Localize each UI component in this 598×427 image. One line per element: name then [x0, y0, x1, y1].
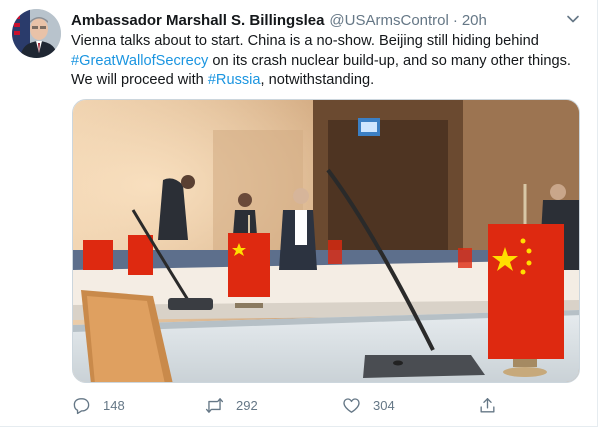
- like-button[interactable]: 304: [342, 393, 395, 417]
- timestamp[interactable]: 20h: [462, 12, 487, 29]
- tweet-text-line2: on its crash nuclear build-up, and so ma…: [208, 52, 571, 69]
- separator-dot: ·: [452, 11, 458, 29]
- conference-room-photo: [73, 100, 579, 382]
- hashtag-link[interactable]: #GreatWallofSecrecy: [71, 53, 208, 69]
- tweet-photo[interactable]: [72, 99, 580, 383]
- tweet-actions: 148 292 304: [72, 393, 580, 417]
- avatar[interactable]: [12, 9, 61, 58]
- tweet-text: Vienna talks about to start. China is a …: [71, 32, 586, 91]
- tweet-text-line3-start: We will proceed with: [71, 72, 208, 88]
- share-icon: [480, 397, 495, 413]
- user-handle[interactable]: @USArmsControl: [329, 12, 448, 29]
- reply-count: 148: [103, 397, 125, 413]
- reply-icon: [73, 397, 90, 414]
- chevron-down-icon[interactable]: [566, 12, 580, 26]
- tweet-header: Ambassador Marshall S. Billingslea @USAr…: [71, 10, 571, 30]
- retweet-count: 292: [236, 397, 258, 413]
- retweet-icon: [205, 397, 224, 413]
- share-button[interactable]: [478, 393, 497, 417]
- tweet-text-line1: Vienna talks about to start. China is a …: [71, 33, 539, 49]
- display-name[interactable]: Ambassador Marshall S. Billingslea: [71, 12, 324, 29]
- like-count: 304: [373, 397, 395, 413]
- avatar-photo: [12, 9, 61, 58]
- tweet-card[interactable]: Ambassador Marshall S. Billingslea @USAr…: [0, 0, 598, 427]
- hashtag-link[interactable]: #Russia: [208, 72, 261, 88]
- reply-button[interactable]: 148: [72, 393, 125, 417]
- retweet-button[interactable]: 292: [205, 393, 258, 417]
- heart-icon: [343, 397, 360, 413]
- tweet-text-line3-end: , notwithstanding.: [260, 72, 375, 88]
